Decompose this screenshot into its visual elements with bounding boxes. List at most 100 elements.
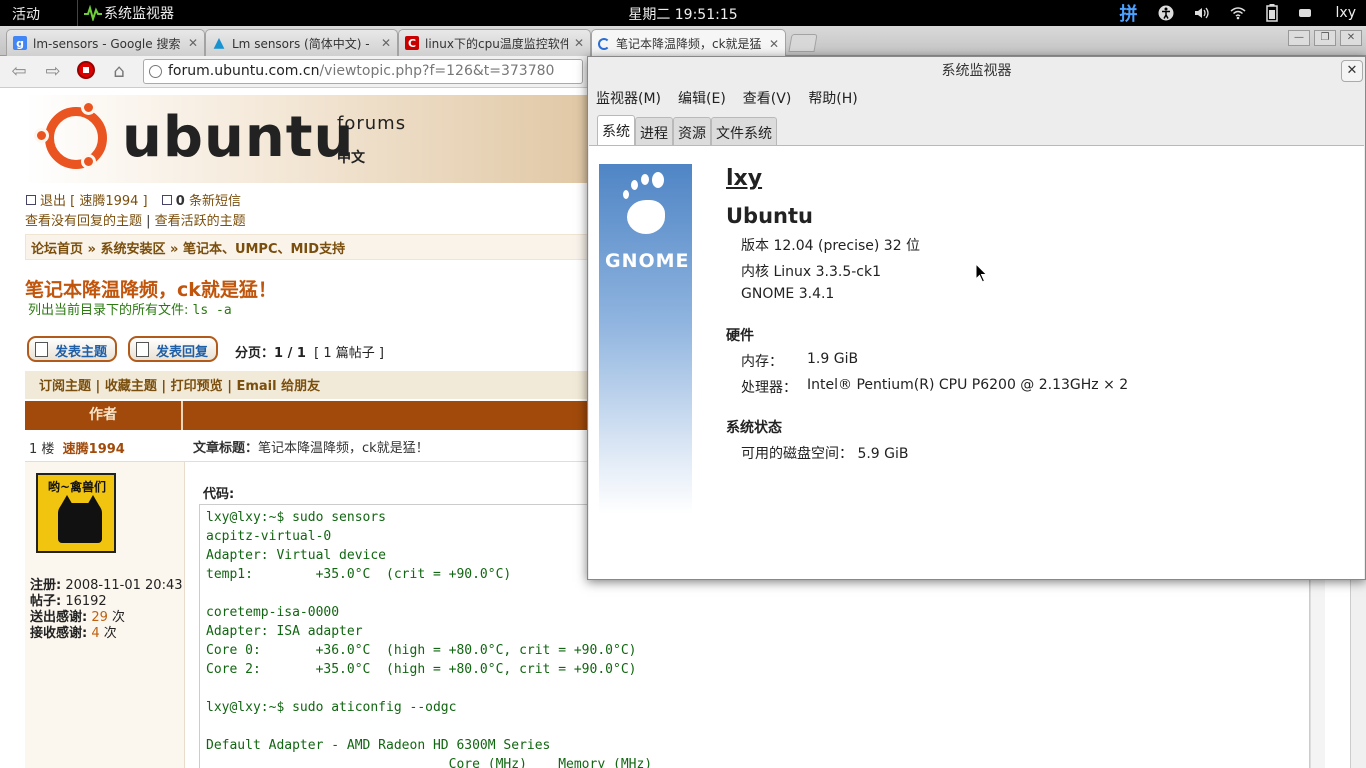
memory-value: 1.9 GiB [807, 351, 859, 367]
user-name: lxy [1335, 5, 1356, 21]
no-reply-topics-link[interactable]: 查看没有回复的主题 [25, 214, 142, 229]
address-bar[interactable]: forum.ubuntu.com.cn/viewtopic.php?f=126&… [143, 59, 583, 84]
system-tab-content: GNOME lxy Ubuntu 版本 12.04 (precise) 32 位… [589, 145, 1364, 579]
hardware-heading: 硬件 [726, 328, 754, 344]
email-friend-link[interactable]: Email 给朋友 [236, 379, 320, 394]
system-monitor-window: 系统监视器 ✕ 监视器(M) 编辑(E) 查看(V) 帮助(H) 系统 进程 资… [587, 56, 1366, 580]
print-preview-link[interactable]: 打印预览 [171, 379, 223, 394]
browser-tab-title: lm-sensors - Google 搜索 [33, 36, 181, 51]
browser-tab-4-active[interactable]: 笔记本降温降频，ck就是猛 ✕ [591, 29, 786, 57]
author-link[interactable]: 速腾1994 [63, 442, 125, 457]
new-topic-label: 发表主题 [55, 345, 108, 360]
gnome-label: GNOME [605, 250, 690, 272]
code-line: Core 2: +35.0°C (high = +80.0°C, crit = … [206, 662, 637, 677]
app-menu[interactable]: 系统监视器 [77, 0, 174, 26]
activities-button[interactable]: 活动 [12, 4, 40, 24]
tab-resources[interactable]: 资源 [673, 117, 711, 145]
new-tab-button[interactable] [788, 34, 818, 52]
thanks-recv-label: 接收感谢: [30, 626, 88, 641]
gnome-version: GNOME 3.4.1 [741, 286, 835, 302]
close-window-button[interactable]: ✕ [1340, 30, 1362, 46]
window-titlebar[interactable]: 系统监视器 ✕ [588, 57, 1365, 85]
disk-row: 可用的磁盘空间： 5.9 GiB [741, 443, 909, 463]
google-icon: g [13, 36, 27, 50]
user-menu[interactable]: lxy [1298, 5, 1356, 21]
new-messages-link[interactable]: 条新短信 [189, 194, 241, 209]
browser-tab-title: linux下的cpu温度监控软件 [425, 36, 568, 51]
hostname: lxy [726, 166, 763, 191]
close-tab-icon[interactable]: ✕ [381, 36, 391, 50]
menu-monitor[interactable]: 监视器(M) [596, 88, 661, 108]
reply-button[interactable]: 发表回复 [128, 336, 219, 362]
pagination: 分页：1 / 1 [ 1 篇帖子 ] [235, 342, 384, 361]
thanks-recv-value[interactable]: 4 [91, 626, 99, 641]
avatar-caption: 哟~禽兽们 [47, 480, 107, 494]
breadcrumb-install[interactable]: 系统安装区 [100, 242, 165, 257]
topic-title[interactable]: 笔记本降温降频，ck就是猛！ [25, 275, 277, 302]
tab-processes[interactable]: 进程 [635, 117, 673, 145]
tab-bar: 系统 进程 资源 文件系统 [597, 115, 777, 145]
logout-link[interactable]: 退出 [ 速腾1994 ] [40, 194, 148, 209]
post-count: [ 1 篇帖子 ] [314, 346, 384, 361]
volume-icon[interactable] [1194, 5, 1210, 21]
close-tab-icon[interactable]: ✕ [188, 36, 198, 50]
menubar: 监视器(M) 编辑(E) 查看(V) 帮助(H) [596, 88, 875, 108]
disk-value: 5.9 GiB [857, 446, 909, 462]
code-line: lxy@lxy:~$ sudo aticonfig --odgc [206, 700, 457, 715]
system-status-heading: 系统状态 [726, 420, 782, 436]
gnome-logo-panel: GNOME [599, 164, 692, 514]
maximize-button[interactable]: ❐ [1314, 30, 1336, 46]
active-topics-link[interactable]: 查看活跃的主题 [155, 214, 246, 229]
user-links: 退出 [ 速腾1994 ] 0 条新短信 [26, 190, 241, 209]
breadcrumb-home[interactable]: 论坛首页 [31, 242, 83, 257]
loading-icon [598, 37, 610, 50]
clock[interactable]: 星期二 19:51:15 [600, 4, 766, 24]
pages-value: 1 / 1 [274, 346, 306, 361]
battery-icon[interactable] [1265, 4, 1278, 22]
browser-tab-strip: g lm-sensors - Google 搜索 ✕ ▲ Lm sensors … [0, 26, 1366, 57]
article-title[interactable]: 笔记本降温降频，ck就是猛！ [258, 441, 429, 456]
close-tab-icon[interactable]: ✕ [769, 37, 779, 51]
close-tab-icon[interactable]: ✕ [574, 36, 584, 50]
back-button[interactable]: ⇦ [8, 61, 30, 83]
menu-help[interactable]: 帮助(H) [808, 88, 857, 108]
ubuntu-forums-banner[interactable]: ubuntu forums 中文 [25, 95, 595, 183]
cpu-row: 处理器： Intel® Pentium(R) CPU P6200 @ 2.13GH… [741, 377, 1128, 397]
menu-view[interactable]: 查看(V) [743, 88, 792, 108]
home-button[interactable]: ⌂ [108, 61, 130, 83]
floor-number: 1 楼 [29, 442, 55, 457]
signature-code: ls -a [192, 303, 232, 318]
stop-button[interactable] [77, 61, 95, 79]
globe-icon [149, 65, 162, 78]
reply-label: 发表回复 [156, 345, 209, 360]
system-monitor-icon [84, 5, 102, 21]
subscribe-topic-link[interactable]: 订阅主题 [39, 379, 91, 394]
topic-actions-bar: 订阅主题 | 收藏主题 | 打印预览 | Email 给朋友 [25, 371, 595, 399]
signature-text: 列出当前目录下的所有文件: [28, 303, 189, 318]
tab-system[interactable]: 系统 [597, 115, 635, 145]
disk-label: 可用的磁盘空间： [741, 446, 853, 462]
user-signature: 列出当前目录下的所有文件: ls -a [28, 299, 232, 318]
kernel-version: 内核 Linux 3.3.5-ck1 [741, 264, 882, 280]
forward-button[interactable]: ⇨ [42, 61, 64, 83]
tab-filesystems[interactable]: 文件系统 [711, 117, 777, 145]
browser-tab-1[interactable]: g lm-sensors - Google 搜索 ✕ [6, 29, 205, 56]
input-method-icon[interactable]: 拼 [1120, 0, 1138, 26]
bookmark-topic-link[interactable]: 收藏主题 [105, 379, 157, 394]
browser-tab-2[interactable]: ▲ Lm sensors (简体中文) - ✕ [205, 29, 398, 56]
wifi-icon[interactable] [1230, 5, 1246, 21]
breadcrumb-laptop[interactable]: 笔记本、UMPC、MID支持 [183, 242, 345, 257]
accessibility-icon[interactable] [1158, 5, 1174, 21]
avatar[interactable]: 哟~禽兽们 [36, 473, 116, 553]
article-title-label: 文章标题： [193, 441, 259, 456]
minimize-button[interactable]: — [1288, 30, 1310, 46]
browser-tab-3[interactable]: C linux下的cpu温度监控软件 ✕ [398, 29, 591, 56]
new-topic-button[interactable]: 发表主题 [27, 336, 118, 362]
url-path: /viewtopic.php?f=126&t=373780 [319, 63, 555, 79]
menu-edit[interactable]: 编辑(E) [678, 88, 726, 108]
new-messages-count: 0 [175, 194, 185, 209]
post-author-line: 1 楼 速腾1994 [29, 438, 125, 457]
mouse-cursor-icon [975, 263, 988, 283]
close-icon[interactable]: ✕ [1341, 60, 1363, 82]
